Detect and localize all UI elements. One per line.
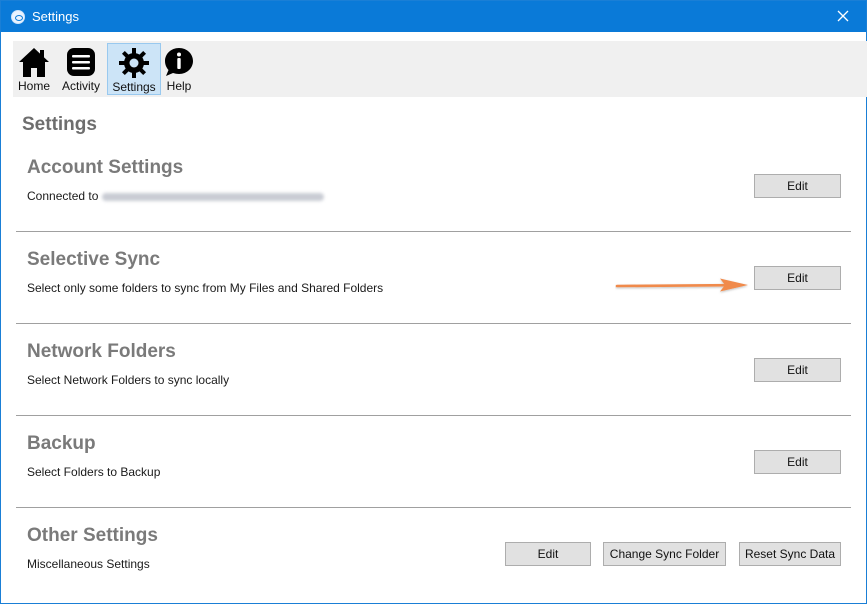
network-folders-edit-button[interactable]: Edit: [754, 358, 841, 382]
section-title: Other Settings: [27, 525, 158, 546]
section-description: Connected to: [27, 189, 325, 203]
toolbar-item-activity[interactable]: Activity: [57, 43, 105, 95]
section-title: Backup: [27, 433, 96, 454]
title-bar[interactable]: Settings: [1, 1, 866, 32]
selective-sync-edit-button[interactable]: Edit: [754, 266, 841, 290]
gear-icon: [119, 48, 149, 78]
other-settings-edit-button[interactable]: Edit: [505, 542, 591, 566]
server-url-redacted: [102, 192, 325, 201]
account-edit-button[interactable]: Edit: [754, 174, 841, 198]
section-description: Select Network Folders to sync locally: [27, 373, 230, 387]
section-network-folders: Network Folders Select Network Folders t…: [16, 324, 851, 416]
toolbar-label-home: Home: [17, 79, 50, 93]
section-title: Network Folders: [27, 341, 176, 362]
activity-icon: [67, 48, 95, 76]
annotation-arrow-icon: [615, 278, 748, 292]
close-button[interactable]: [820, 1, 866, 32]
toolbar-label-activity: Activity: [61, 79, 100, 93]
window-title: Settings: [32, 9, 79, 24]
toolbar-label-settings: Settings: [112, 80, 156, 94]
section-description: Miscellaneous Settings: [27, 557, 150, 571]
connected-to-label: Connected to: [27, 189, 99, 203]
app-logo-icon: [11, 10, 25, 24]
section-backup: Backup Select Folders to Backup: [16, 416, 851, 508]
section-description: Select only some folders to sync from My…: [27, 281, 384, 295]
section-title: Selective Sync: [27, 249, 161, 270]
toolbar: Home Activity Settings Help: [13, 41, 867, 97]
help-icon: [165, 48, 193, 76]
home-icon: [19, 48, 49, 77]
settings-window: Settings Home Activity Settings Help Set…: [0, 0, 867, 604]
section-account-settings: Account Settings Connected to: [16, 140, 851, 232]
section-description: Select Folders to Backup: [27, 465, 161, 479]
close-icon: [837, 10, 849, 22]
toolbar-item-settings[interactable]: Settings: [107, 43, 161, 95]
toolbar-item-help[interactable]: Help: [162, 43, 196, 95]
reset-sync-data-button[interactable]: Reset Sync Data: [739, 542, 841, 566]
section-title: Account Settings: [27, 157, 184, 178]
page-title: Settings: [22, 114, 97, 135]
change-sync-folder-button[interactable]: Change Sync Folder: [603, 542, 726, 566]
toolbar-label-help: Help: [166, 79, 192, 93]
backup-edit-button[interactable]: Edit: [754, 450, 841, 474]
toolbar-item-home[interactable]: Home: [13, 43, 55, 95]
